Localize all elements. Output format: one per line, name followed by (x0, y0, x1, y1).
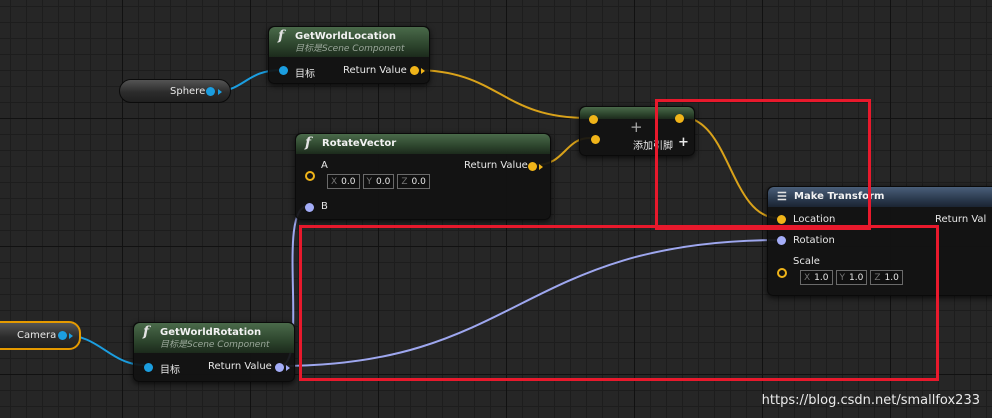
return-value-label: Return Value (208, 361, 272, 372)
b-input-pin[interactable] (305, 203, 314, 212)
sphere-variable-label: Sphere (170, 86, 206, 97)
sphere-output-pin[interactable] (206, 87, 215, 96)
highlight-box-rotation-wire (299, 225, 939, 381)
wire-location-to-add[interactable] (413, 69, 589, 119)
node-title: GetWorldRotation (160, 327, 262, 338)
return-value-arrow-icon (539, 164, 543, 170)
get-world-location-node[interactable]: f GetWorldLocation 目标是Scene Component 目标… (268, 26, 430, 84)
sphere-output-arrow-icon (218, 89, 222, 95)
target-input-pin[interactable] (279, 66, 288, 75)
target-input-pin[interactable] (144, 363, 153, 372)
return-value-label: Return Value (464, 160, 528, 171)
a-input-pin[interactable] (305, 171, 315, 181)
return-value-arrow-icon (421, 68, 425, 74)
a-label: A (321, 160, 328, 171)
function-icon: f (305, 135, 312, 151)
sphere-variable-node[interactable]: Sphere (119, 79, 231, 103)
get-world-rotation-node[interactable]: f GetWorldRotation 目标是Scene Component 目标… (133, 322, 295, 382)
return-value-pin[interactable] (410, 66, 419, 75)
add-input-pin-b[interactable] (591, 135, 600, 144)
get-world-rotation-header[interactable]: f GetWorldRotation 目标是Scene Component (134, 323, 294, 353)
return-value-label: Return Val (935, 214, 987, 225)
node-subtitle: 目标是Scene Component (160, 340, 270, 350)
camera-output-arrow-icon (69, 333, 73, 339)
rotate-vector-node[interactable]: f RotateVector A X 0.0 Y 0.0 Z 0.0 Return V… (295, 133, 551, 220)
node-title: GetWorldLocation (295, 31, 396, 42)
camera-variable-node[interactable]: Camera (0, 321, 81, 350)
function-icon: f (278, 28, 285, 44)
return-value-pin[interactable] (528, 162, 537, 171)
return-value-label: Return Value (343, 65, 407, 76)
node-subtitle: 目标是Scene Component (295, 44, 405, 54)
get-world-location-header[interactable]: f GetWorldLocation 目标是Scene Component (269, 27, 429, 57)
a-vector-fields: X 0.0 Y 0.0 Z 0.0 (327, 174, 430, 189)
a-z-field[interactable]: Z 0.0 (397, 174, 430, 189)
highlight-box-location-wire (655, 99, 871, 230)
return-value-pin[interactable] (275, 363, 284, 372)
return-value-arrow-icon (286, 365, 290, 371)
target-label: 目标 (160, 365, 180, 376)
a-y-field[interactable]: Y 0.0 (362, 174, 395, 189)
camera-variable-label: Camera (17, 330, 57, 341)
function-icon: f (143, 324, 150, 340)
add-operator-symbol: + (630, 118, 643, 136)
node-title: RotateVector (322, 138, 397, 149)
target-label: 目标 (295, 69, 315, 80)
rotate-vector-header[interactable]: f RotateVector (296, 134, 550, 154)
add-input-pin-a[interactable] (589, 115, 598, 124)
b-label: B (321, 201, 328, 212)
watermark: https://blog.csdn.net/smallfox233 (761, 393, 980, 408)
a-x-field[interactable]: X 0.0 (327, 174, 360, 189)
camera-output-pin[interactable] (58, 331, 67, 340)
